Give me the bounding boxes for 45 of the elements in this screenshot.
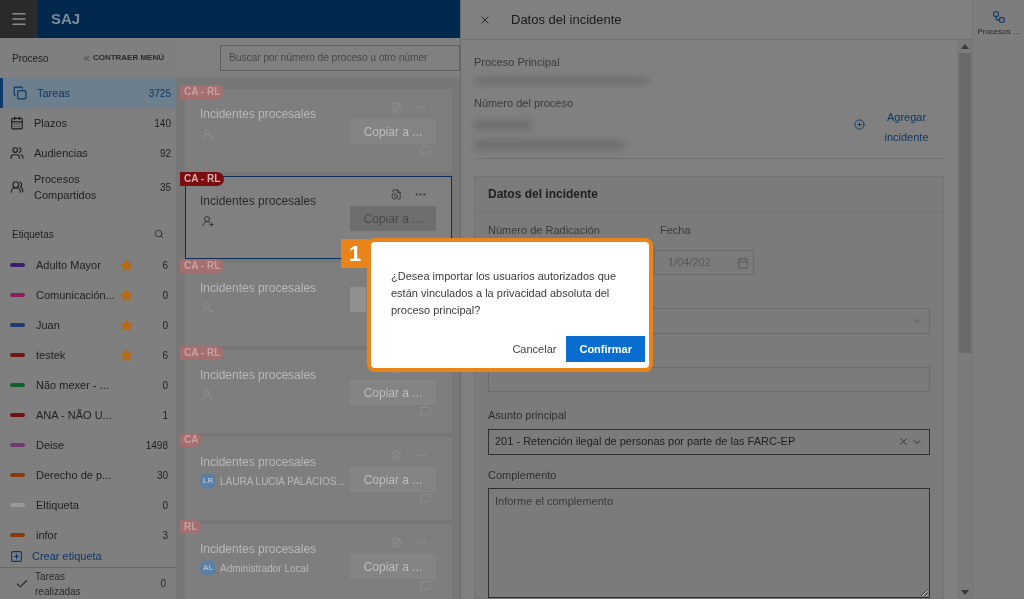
step-badge: 1 (341, 239, 369, 268)
card-title: Incidentes procesales (200, 106, 317, 123)
tag: CA - RL (180, 172, 225, 186)
card-title: Incidentes procesales (200, 454, 317, 471)
side-tool-label[interactable]: Procesos ... (977, 26, 1020, 38)
card-title: Incidentes procesales (200, 541, 317, 558)
create-label-link[interactable]: Crear etiqueta (32, 547, 102, 565)
subject-select[interactable]: 201 - Retención ilegal de personas por parte de las FARC-EP (488, 428, 930, 455)
label-item[interactable]: Deise 1498 (0, 430, 176, 460)
label-item[interactable]: infor 3 (0, 520, 176, 545)
label-item[interactable]: Eltiqueta 0 (0, 490, 176, 520)
add-incident-link[interactable]: Agregar incidente (879, 107, 934, 147)
label-item[interactable]: Comunicación... 0 (0, 280, 176, 310)
label-item[interactable]: ANA - NÃO U... 1 (0, 400, 176, 430)
panel-title: Datos del incidente (511, 10, 622, 29)
nav-item[interactable]: Audiencias 92 (0, 138, 176, 168)
confirm-button[interactable]: Confirmar (566, 336, 645, 362)
card-title: Incidentes procesales (200, 193, 317, 210)
count: 0 (160, 577, 166, 591)
cancel-button[interactable]: Cancelar (510, 336, 559, 362)
nav-item[interactable]: Tareas realizadas (35, 568, 95, 599)
complement-field[interactable]: Informe el complemento (488, 488, 930, 598)
nav-item[interactable]: Tareas 3725 (0, 78, 176, 108)
field-label: Número del proceso (474, 96, 575, 111)
collapse-menu-button[interactable]: CONTRAER MENÚ (81, 52, 164, 64)
field-label: Asunto principal (488, 408, 568, 423)
label-item[interactable]: Adulto Mayor 6 (0, 250, 176, 280)
app-title: SAJ (51, 8, 81, 29)
field-label: Proceso Principal (474, 55, 561, 70)
nav-item[interactable]: Procesos Compartidos 35 (0, 168, 176, 206)
section-title: Datos del incidente (488, 186, 599, 203)
label-item[interactable]: Derecho de p... 30 (0, 460, 176, 490)
assignee-name: LAURA LUCIA PALACIOS... (220, 474, 345, 489)
section-heading: Etiquetas (12, 227, 54, 242)
label-item[interactable]: Juan 0 (0, 310, 176, 340)
card-title: Incidentes procesales (200, 280, 317, 297)
field-label: Número de Radicación (488, 222, 601, 238)
field-label: Complemento (488, 467, 558, 483)
label-item[interactable]: Não mexer - ... 0 (0, 370, 176, 400)
nav-item[interactable]: Plazos 140 (0, 108, 176, 138)
label-item[interactable]: testek 6 (0, 340, 176, 370)
section-heading: Proceso (12, 51, 49, 66)
dialog-message: ¿Desea importar los usuarios autorizados que están vinculados a la privacidad absoluta del proceso principal? (391, 269, 617, 318)
field-label: Fecha (660, 222, 691, 238)
card-title: Incidentes procesales (200, 367, 317, 384)
